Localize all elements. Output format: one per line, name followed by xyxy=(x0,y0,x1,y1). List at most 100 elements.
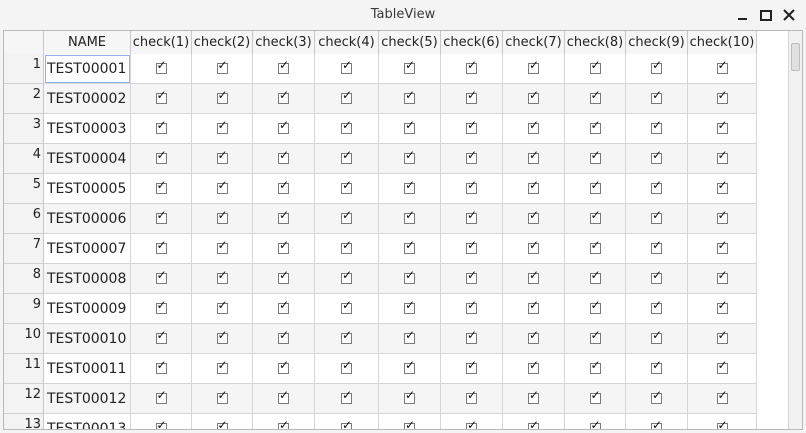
checkbox-checked-icon[interactable]: ✓ xyxy=(466,328,477,344)
check-cell-9[interactable]: ✓ xyxy=(626,54,688,84)
check-cell-10[interactable]: ✓ xyxy=(688,174,757,204)
checkbox-checked-icon[interactable]: ✓ xyxy=(216,208,228,224)
check-cell-1[interactable]: ✓ xyxy=(131,294,192,324)
checkbox-checked-icon[interactable]: ✓ xyxy=(278,238,289,254)
check-cell-4[interactable]: ✓ xyxy=(315,294,379,324)
check-cell-10[interactable]: ✓ xyxy=(688,84,757,114)
checkbox-checked-icon[interactable]: ✓ xyxy=(466,88,477,104)
checkbox-checked-icon[interactable]: ✓ xyxy=(216,58,228,74)
checkbox-checked-icon[interactable]: ✓ xyxy=(278,58,289,74)
check-cell-5[interactable]: ✓ xyxy=(379,264,441,294)
check-cell-2[interactable]: ✓ xyxy=(192,384,253,414)
checkbox-checked-icon[interactable]: ✓ xyxy=(466,298,477,314)
checkbox-checked-icon[interactable]: ✓ xyxy=(278,418,289,429)
scrollbar-thumb[interactable] xyxy=(791,43,800,71)
check-cell-2[interactable]: ✓ xyxy=(192,54,253,84)
check-cell-7[interactable]: ✓ xyxy=(503,144,565,174)
checkbox-checked-icon[interactable]: ✓ xyxy=(341,208,352,224)
checkbox-checked-icon[interactable]: ✓ xyxy=(466,178,477,194)
table-row[interactable]: 3 TEST00003 ✓ ✓ ✓ ✓ ✓ ✓ ✓ ✓ ✓ ✓ xyxy=(4,114,789,144)
checkbox-checked-icon[interactable]: ✓ xyxy=(341,358,352,374)
check-cell-9[interactable]: ✓ xyxy=(626,264,688,294)
check-cell-7[interactable]: ✓ xyxy=(503,234,565,264)
checkbox-checked-icon[interactable]: ✓ xyxy=(155,118,167,134)
check-cell-4[interactable]: ✓ xyxy=(315,354,379,384)
check-cell-8[interactable]: ✓ xyxy=(565,234,626,264)
check-cell-2[interactable]: ✓ xyxy=(192,174,253,204)
check-cell-9[interactable]: ✓ xyxy=(626,324,688,354)
check-cell-7[interactable]: ✓ xyxy=(503,84,565,114)
checkbox-checked-icon[interactable]: ✓ xyxy=(278,358,289,374)
check-cell-10[interactable]: ✓ xyxy=(688,294,757,324)
checkbox-checked-icon[interactable]: ✓ xyxy=(404,58,415,74)
check-cell-3[interactable]: ✓ xyxy=(253,204,315,234)
check-cell-9[interactable]: ✓ xyxy=(626,384,688,414)
check-cell-8[interactable]: ✓ xyxy=(565,384,626,414)
checkbox-checked-icon[interactable]: ✓ xyxy=(341,148,352,164)
row-header[interactable]: 6 xyxy=(4,204,44,234)
check-cell-6[interactable]: ✓ xyxy=(441,234,503,264)
check-cell-5[interactable]: ✓ xyxy=(379,54,441,84)
check-cell-3[interactable]: ✓ xyxy=(253,324,315,354)
check-cell-5[interactable]: ✓ xyxy=(379,204,441,234)
checkbox-checked-icon[interactable]: ✓ xyxy=(341,418,352,429)
check-cell-6[interactable]: ✓ xyxy=(441,414,503,429)
check-cell-7[interactable]: ✓ xyxy=(503,294,565,324)
check-cell-3[interactable]: ✓ xyxy=(253,84,315,114)
column-header-check-8[interactable]: check(8) xyxy=(565,31,626,54)
check-cell-6[interactable]: ✓ xyxy=(441,54,503,84)
checkbox-checked-icon[interactable]: ✓ xyxy=(716,208,728,224)
check-cell-4[interactable]: ✓ xyxy=(315,204,379,234)
checkbox-checked-icon[interactable]: ✓ xyxy=(651,178,662,194)
name-cell[interactable]: TEST00008 xyxy=(44,264,131,294)
check-cell-6[interactable]: ✓ xyxy=(441,354,503,384)
checkbox-checked-icon[interactable]: ✓ xyxy=(716,58,728,74)
checkbox-checked-icon[interactable]: ✓ xyxy=(651,208,662,224)
checkbox-checked-icon[interactable]: ✓ xyxy=(404,298,415,314)
checkbox-checked-icon[interactable]: ✓ xyxy=(404,148,415,164)
name-cell[interactable]: TEST00012 xyxy=(44,384,131,414)
check-cell-5[interactable]: ✓ xyxy=(379,414,441,429)
check-cell-9[interactable]: ✓ xyxy=(626,144,688,174)
check-cell-8[interactable]: ✓ xyxy=(565,114,626,144)
table-row[interactable]: 7 TEST00007 ✓ ✓ ✓ ✓ ✓ ✓ ✓ ✓ ✓ ✓ xyxy=(4,234,789,264)
checkbox-checked-icon[interactable]: ✓ xyxy=(466,268,477,284)
checkbox-checked-icon[interactable]: ✓ xyxy=(716,388,728,404)
table-row[interactable]: 1 TEST00001 ✓ ✓ ✓ ✓ ✓ ✓ ✓ ✓ ✓ ✓ xyxy=(4,54,789,84)
check-cell-1[interactable]: ✓ xyxy=(131,204,192,234)
checkbox-checked-icon[interactable]: ✓ xyxy=(651,148,662,164)
checkbox-checked-icon[interactable]: ✓ xyxy=(216,358,228,374)
table-row[interactable]: 2 TEST00002 ✓ ✓ ✓ ✓ ✓ ✓ ✓ ✓ ✓ ✓ xyxy=(4,84,789,114)
checkbox-checked-icon[interactable]: ✓ xyxy=(404,88,415,104)
checkbox-checked-icon[interactable]: ✓ xyxy=(278,178,289,194)
check-cell-2[interactable]: ✓ xyxy=(192,414,253,429)
table-row[interactable]: 12 TEST00012 ✓ ✓ ✓ ✓ ✓ ✓ ✓ ✓ ✓ ✓ xyxy=(4,384,789,414)
check-cell-8[interactable]: ✓ xyxy=(565,144,626,174)
checkbox-checked-icon[interactable]: ✓ xyxy=(466,388,477,404)
corner-header[interactable] xyxy=(4,31,44,54)
checkbox-checked-icon[interactable]: ✓ xyxy=(589,148,601,164)
check-cell-8[interactable]: ✓ xyxy=(565,54,626,84)
checkbox-checked-icon[interactable]: ✓ xyxy=(278,208,289,224)
check-cell-7[interactable]: ✓ xyxy=(503,384,565,414)
check-cell-9[interactable]: ✓ xyxy=(626,234,688,264)
checkbox-checked-icon[interactable]: ✓ xyxy=(466,208,477,224)
check-cell-4[interactable]: ✓ xyxy=(315,54,379,84)
checkbox-checked-icon[interactable]: ✓ xyxy=(216,268,228,284)
check-cell-2[interactable]: ✓ xyxy=(192,114,253,144)
checkbox-checked-icon[interactable]: ✓ xyxy=(466,118,477,134)
row-header[interactable]: 4 xyxy=(4,144,44,174)
checkbox-checked-icon[interactable]: ✓ xyxy=(278,148,289,164)
checkbox-checked-icon[interactable]: ✓ xyxy=(528,328,539,344)
check-cell-5[interactable]: ✓ xyxy=(379,294,441,324)
check-cell-4[interactable]: ✓ xyxy=(315,174,379,204)
row-header[interactable]: 2 xyxy=(4,84,44,114)
check-cell-10[interactable]: ✓ xyxy=(688,54,757,84)
check-cell-10[interactable]: ✓ xyxy=(688,384,757,414)
table-row[interactable]: 5 TEST00005 ✓ ✓ ✓ ✓ ✓ ✓ ✓ ✓ ✓ ✓ xyxy=(4,174,789,204)
checkbox-checked-icon[interactable]: ✓ xyxy=(651,418,662,429)
row-header[interactable]: 7 xyxy=(4,234,44,264)
name-cell[interactable]: TEST00005 xyxy=(44,174,131,204)
check-cell-4[interactable]: ✓ xyxy=(315,264,379,294)
check-cell-2[interactable]: ✓ xyxy=(192,234,253,264)
